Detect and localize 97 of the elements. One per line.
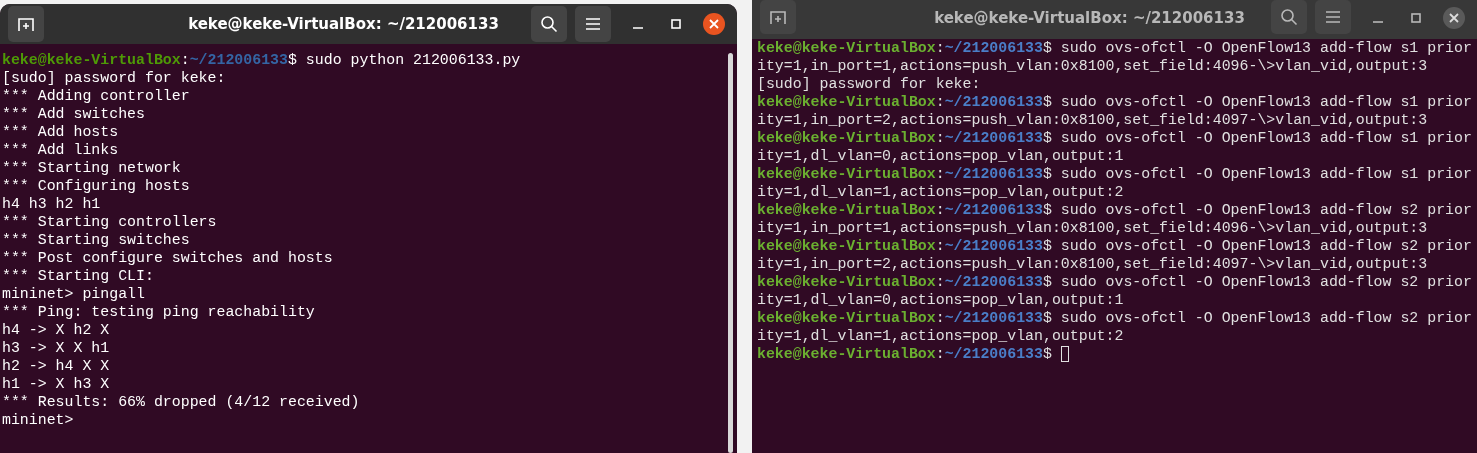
search-button[interactable] <box>531 6 567 42</box>
new-tab-button[interactable] <box>8 6 44 42</box>
output-line: *** Add hosts <box>2 123 119 141</box>
output-line: *** Add links <box>2 141 119 159</box>
close-button[interactable] <box>703 13 725 35</box>
prompt-path: ~/212006133 <box>944 273 1043 291</box>
prompt-sign: $ <box>1042 345 1052 363</box>
window-title: keke@keke-VirtualBox: ~/212006133 <box>933 8 1246 27</box>
prompt-path: ~/212006133 <box>944 93 1043 111</box>
prompt-user: keke@keke-VirtualBox <box>757 273 936 291</box>
prompt-sign: $ <box>1042 273 1052 291</box>
prompt-separator: : <box>935 165 945 183</box>
prompt-separator: : <box>935 309 945 327</box>
menu-icon <box>585 17 601 31</box>
output-line: *** Add switches <box>2 105 145 123</box>
command-text: sudo ovs-ofctl -O OpenFlow13 add-flow s1 prior <box>1059 93 1472 111</box>
command-text: sudo ovs-ofctl -O OpenFlow13 add-flow s2 prior <box>1059 237 1472 255</box>
output-line: [sudo] password for keke: <box>757 75 981 93</box>
prompt-separator: : <box>935 93 945 111</box>
maximize-icon <box>671 19 681 29</box>
output-line: h3 -> X X h1 <box>2 339 110 357</box>
prompt-path: ~/212006133 <box>944 201 1043 219</box>
command-text: sudo ovs-ofctl -O OpenFlow13 add-flow s2 prior <box>1059 309 1472 327</box>
command-text: sudo ovs-ofctl -O OpenFlow13 add-flow s1 prior <box>1059 39 1472 57</box>
menu-button[interactable] <box>575 6 611 42</box>
maximize-icon <box>1411 12 1421 23</box>
output-line: ity=1,dl_vlan=1,actions=pop_vlan,output:2 <box>757 327 1124 345</box>
output-line: *** Ping: testing ping reachability <box>2 303 315 321</box>
output-line: mininet> <box>2 411 74 429</box>
output-line: mininet> pingall <box>2 285 145 303</box>
output-line: ity=1,dl_vlan=1,actions=pop_vlan,output:2 <box>757 183 1124 201</box>
output-line: h1 -> X h3 X <box>2 375 110 393</box>
menu-icon <box>1325 10 1341 24</box>
minimize-icon <box>633 27 643 29</box>
prompt-path: ~/212006133 <box>944 39 1043 57</box>
prompt-sign: $ <box>1042 309 1052 327</box>
prompt-sign: $ <box>1042 129 1052 147</box>
output-line: *** Adding controller <box>2 87 190 105</box>
prompt-separator: : <box>935 201 945 219</box>
prompt-user: keke@keke-VirtualBox <box>757 165 936 183</box>
output-line: *** Starting switches <box>2 231 190 249</box>
output-line: ity=1,in_port=2,actions=push_vlan:0x8100,set_field:4097-\>vlan_vid,output:3 <box>757 255 1428 273</box>
close-icon <box>1449 12 1459 23</box>
output-line: ity=1,in_port=1,actions=push_vlan:0x8100,set_field:4096-\>vlan_vid,output:3 <box>757 57 1428 75</box>
prompt-user: keke@keke-VirtualBox <box>757 237 936 255</box>
prompt-user: keke@keke-VirtualBox <box>757 129 936 147</box>
prompt-separator: : <box>935 237 945 255</box>
search-icon <box>1280 8 1298 26</box>
prompt-user: keke@keke-VirtualBox <box>757 345 936 363</box>
output-line: h4 -> X h2 X <box>2 321 110 339</box>
new-tab-icon <box>17 16 35 32</box>
output-line: *** Starting CLI: <box>2 267 154 285</box>
output-line: ity=1,in_port=1,actions=push_vlan:0x8100,set_field:4096-\>vlan_vid,output:3 <box>757 219 1428 237</box>
output-line: *** Configuring hosts <box>2 177 190 195</box>
search-icon <box>540 15 558 33</box>
output-line: h4 h3 h2 h1 <box>2 195 101 213</box>
output-line: h2 -> h4 X X <box>2 357 110 375</box>
output-line: *** Starting network <box>2 159 181 177</box>
prompt-separator: : <box>935 129 945 147</box>
prompt-sign: $ <box>287 51 297 69</box>
prompt-user: keke@keke-VirtualBox <box>757 39 936 57</box>
prompt-sign: $ <box>1042 39 1052 57</box>
prompt-sign: $ <box>1042 165 1052 183</box>
minimize-icon <box>1373 20 1383 23</box>
prompt-sign: $ <box>1042 93 1052 111</box>
prompt-path: ~/212006133 <box>944 129 1043 147</box>
output-line: *** Results: 66% dropped (4/12 received) <box>2 393 360 411</box>
output-line: ity=1,in_port=2,actions=push_vlan:0x8100,set_field:4097-\>vlan_vid,output:3 <box>757 111 1428 129</box>
prompt-user: keke@keke-VirtualBox <box>757 201 936 219</box>
prompt-user: keke@keke-VirtualBox <box>757 93 936 111</box>
output-line: *** Post configure switches and hosts <box>2 249 333 267</box>
output-line: ity=1,dl_vlan=0,actions=pop_vlan,output:1 <box>757 291 1124 309</box>
close-icon <box>709 19 719 29</box>
output-line: [sudo] password for keke: <box>2 69 226 87</box>
prompt-separator: : <box>935 345 945 363</box>
output-line: *** Starting controllers <box>2 213 217 231</box>
new-tab-icon <box>769 9 787 25</box>
prompt-sign: $ <box>1042 201 1052 219</box>
prompt-separator: : <box>935 39 945 57</box>
prompt-path: ~/212006133 <box>189 51 288 69</box>
prompt-user: keke@keke-VirtualBox <box>2 51 181 69</box>
prompt-path: ~/212006133 <box>944 309 1043 327</box>
prompt-path: ~/212006133 <box>944 165 1043 183</box>
window-title: keke@keke-VirtualBox: ~/212006133 <box>187 15 500 33</box>
command-text: sudo ovs-ofctl -O OpenFlow13 add-flow s1 prior <box>1059 165 1472 183</box>
command-text: sudo ovs-ofctl -O OpenFlow13 add-flow s2 prior <box>1059 273 1472 291</box>
command-text: sudo ovs-ofctl -O OpenFlow13 add-flow s1 prior <box>1059 129 1472 147</box>
prompt-sign: $ <box>1042 237 1052 255</box>
scrollbar[interactable] <box>728 53 733 453</box>
command-text: sudo python 212006133.py <box>304 51 521 69</box>
prompt-user: keke@keke-VirtualBox <box>757 309 936 327</box>
command-text: sudo ovs-ofctl -O OpenFlow13 add-flow s2 prior <box>1059 201 1472 219</box>
prompt-path: ~/212006133 <box>944 237 1043 255</box>
prompt-path: ~/212006133 <box>944 345 1043 363</box>
prompt-separator: : <box>935 273 945 291</box>
output-line: ity=1,dl_vlan=0,actions=pop_vlan,output:1 <box>757 147 1124 165</box>
prompt-separator: : <box>180 51 190 69</box>
